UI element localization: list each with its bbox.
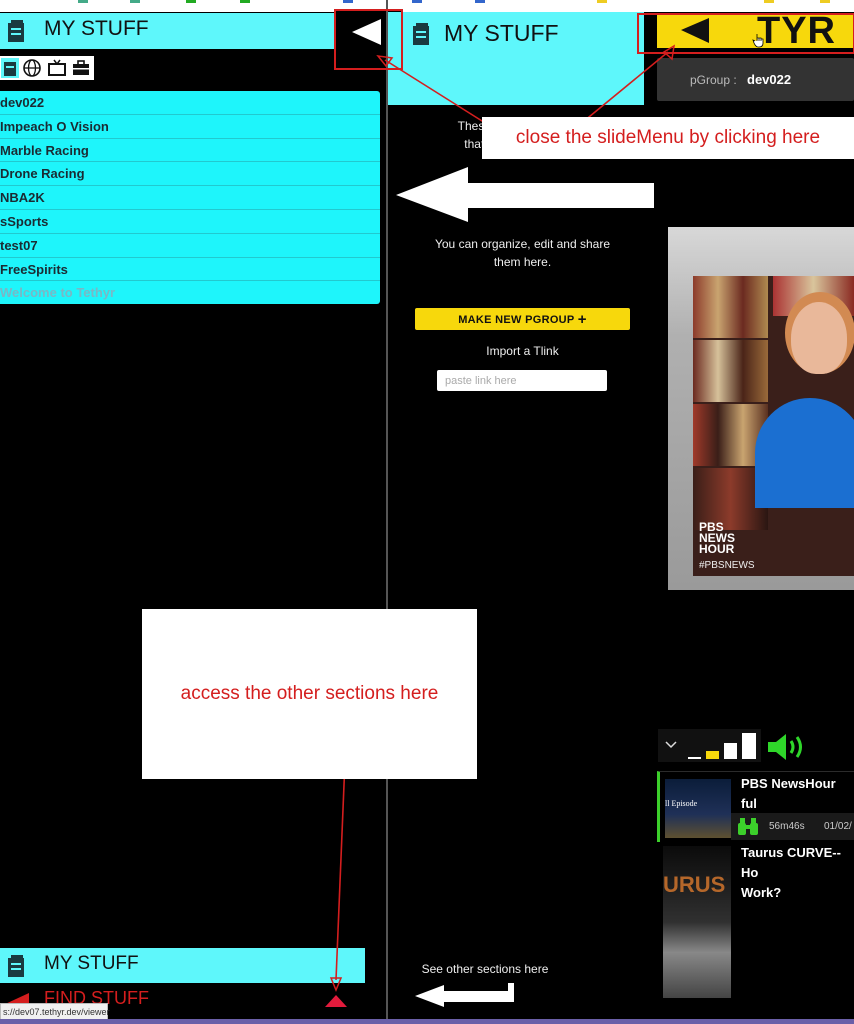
chevron-down-icon[interactable] [665, 741, 677, 749]
pgroup-list-item[interactable]: Drone Racing [0, 162, 380, 187]
my-stuff-title: MY STUFF [444, 20, 559, 46]
taskbar-edge [0, 1019, 854, 1024]
pbs-hashtag: #PBSNEWS [699, 560, 755, 571]
playlist-item-title[interactable]: Taurus CURVE--Ho Work? [741, 843, 854, 903]
panel-divider [386, 0, 388, 1024]
section-nav-current[interactable]: MY STUFF [0, 948, 365, 983]
book-tab-icon[interactable] [1, 58, 19, 78]
playlist-thumbnail: ll Episode [665, 779, 731, 838]
pgroup-selector[interactable]: pGroup : dev022 [657, 58, 854, 101]
quality-bars-icon[interactable] [688, 733, 756, 759]
playback-controls [658, 729, 761, 762]
binoculars-icon [738, 818, 758, 835]
briefcase-tab-icon[interactable] [71, 58, 91, 78]
expand-sections-triangle-icon[interactable] [324, 994, 348, 1008]
import-tlink-label: Import a Tlink [486, 344, 559, 358]
book-icon [8, 955, 24, 977]
make-new-pgroup-button[interactable]: MAKE NEW PGROUP + [415, 308, 630, 330]
paste-link-input[interactable] [437, 370, 607, 391]
close-menu-callout: close the slideMenu by clicking here [482, 117, 854, 159]
organize-line-2: them here. [493, 255, 552, 269]
make-new-pgroup-label: MAKE NEW PGROUP [458, 314, 575, 326]
tethyr-logo-header[interactable]: TYR [657, 10, 854, 52]
duration: 56m46s [769, 821, 805, 832]
my-stuff-header: MY STUFF [388, 12, 644, 105]
pgroup-list-item[interactable]: test07 [0, 234, 380, 258]
section-nav-current-label: MY STUFF [44, 953, 139, 974]
tethyr-logo-text: TYR [757, 10, 836, 52]
plus-icon: + [577, 311, 587, 328]
organize-line-1: You can organize, edit and share [434, 237, 611, 251]
pgroup-list-item[interactable]: sSports [0, 210, 380, 234]
slide-menu-title: MY STUFF [44, 17, 149, 40]
speaker-volume-icon[interactable] [768, 733, 808, 761]
date: 01/02/ [824, 821, 852, 832]
pgroup-list-item[interactable]: dev022 [0, 91, 380, 115]
pgroup-list-item[interactable]: NBA2K [0, 186, 380, 210]
playlist-thumbnail: URUS [663, 846, 731, 998]
pbs-newshour-logo: PBS NEWS HOUR [699, 520, 735, 556]
browser-bookmark-strip [0, 0, 854, 12]
organize-text: You can organize, edit and share them he… [420, 235, 625, 271]
video-frame: PBS NEWS HOUR #PBSNEWS [693, 276, 854, 576]
hand-cursor-icon [752, 34, 764, 48]
pgroup-list-item[interactable]: Marble Racing [0, 139, 380, 163]
status-bar-url: s://dev07.tethyr.dev/viewer [0, 1003, 110, 1020]
pgroup-list-item[interactable]: FreeSpirits [0, 258, 380, 282]
sections-callout: access the other sections here [142, 609, 477, 779]
slide-menu-header: MY STUFF [0, 13, 335, 49]
presenter-face [791, 302, 847, 374]
presenter-body [755, 398, 854, 508]
pgroup-value: dev022 [747, 72, 792, 87]
book-icon [8, 20, 24, 42]
book-icon [413, 23, 429, 45]
pgroup-label: pGroup : [690, 73, 737, 87]
pgroup-list: dev022 Impeach O Vision Marble Racing Drone… [0, 91, 380, 304]
pgroup-list-item[interactable]: Welcome to Tethyr [0, 281, 380, 305]
globe-tab-icon[interactable] [22, 58, 42, 78]
tv-tab-icon[interactable] [47, 58, 67, 78]
playlist-item-meta: 56m46s 01/02/ [731, 813, 854, 840]
pgroup-list-item[interactable]: Impeach O Vision [0, 115, 380, 139]
section-icon-bar [0, 56, 94, 80]
see-other-sections-text: See other sections here [421, 962, 549, 976]
